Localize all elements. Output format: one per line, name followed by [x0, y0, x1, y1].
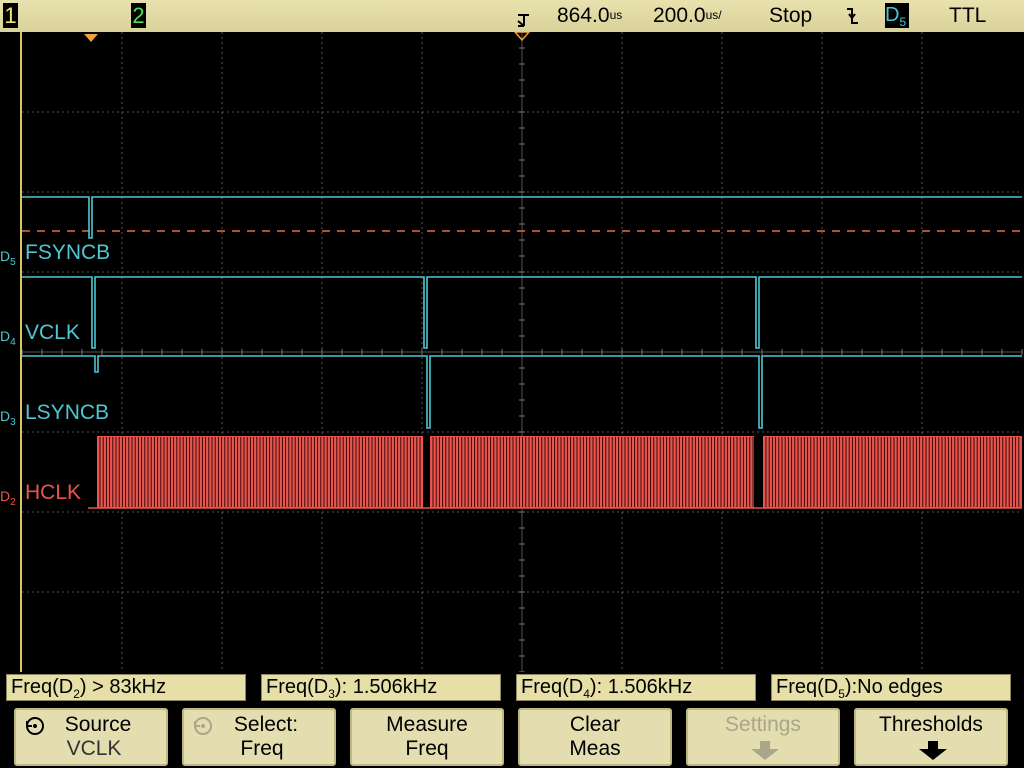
settings-softkey[interactable]: Settings: [686, 708, 840, 766]
down-arrow-icon: [751, 741, 779, 760]
measurement-freq-d2: Freq(D2) > 83kHz: [6, 674, 246, 701]
measure-freq-softkey[interactable]: Measure Freq: [350, 708, 504, 766]
vclk-label: VCLK: [25, 321, 80, 344]
trigger-position-icon: [517, 14, 529, 27]
status-bar: 1 2 864.0us 200.0us/ Stop D5 TTL: [0, 0, 1024, 32]
select-softkey[interactable]: Select: Freq: [182, 708, 336, 766]
trigger-source[interactable]: D5: [885, 3, 909, 29]
run-state: Stop: [769, 4, 813, 27]
measurement-freq-d4: Freq(D4): 1.506kHz: [516, 674, 756, 701]
measurement-freq-d3: Freq(D3): 1.506kHz: [261, 674, 501, 701]
down-arrow-icon: [919, 741, 947, 760]
lsyncb-label: LSYNCB: [25, 401, 110, 424]
trigger-marker: [84, 34, 98, 42]
thresholds-softkey[interactable]: Thresholds: [854, 708, 1008, 766]
timebase-readout: 200.0us/: [653, 4, 722, 27]
fsyncb-label: FSYNCB: [25, 241, 111, 264]
hclk-label: HCLK: [25, 481, 82, 504]
d3-label: D3: [0, 408, 16, 428]
hclk-trace: [88, 436, 1022, 509]
channel-2-indicator[interactable]: 2: [131, 3, 146, 28]
d4-label: D4: [0, 328, 16, 348]
d5-label: D5: [0, 248, 16, 268]
source-softkey[interactable]: Source VCLK: [14, 708, 168, 766]
delay-readout: 864.0us: [557, 4, 623, 27]
measurement-freq-d5: Freq(D5):No edges: [771, 674, 1011, 701]
logic-threshold: TTL: [949, 4, 987, 27]
channel-1-indicator[interactable]: 1: [3, 3, 18, 28]
falling-edge-icon: [847, 8, 858, 24]
clear-meas-softkey[interactable]: Clear Meas: [518, 708, 672, 766]
graticule: [20, 32, 1023, 672]
waveform-display[interactable]: D5 FSYNCB D4 VCLK D3 LSYNCB D2 HCLK: [0, 32, 1024, 672]
d2-label: D2: [0, 488, 16, 508]
